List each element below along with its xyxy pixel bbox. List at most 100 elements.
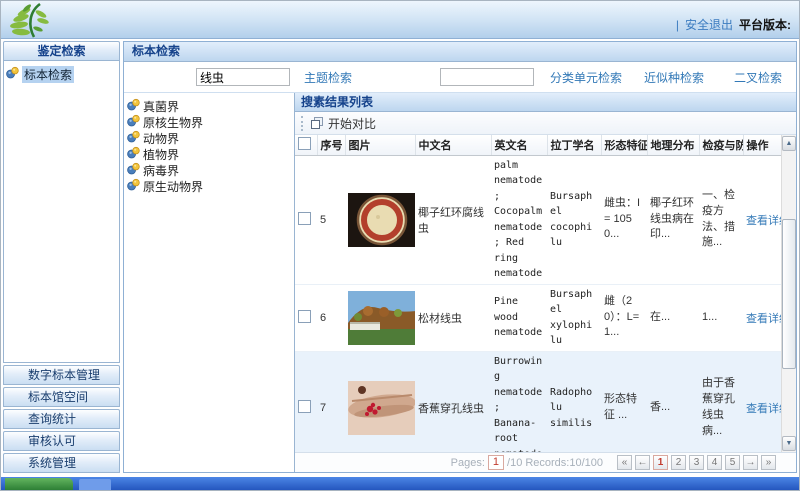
sidebar-section-button[interactable]: 审核认可 bbox=[3, 431, 120, 451]
sidebar-item-label: 标本检索 bbox=[22, 65, 75, 83]
tree-item-label: 原生动物界 bbox=[143, 179, 204, 194]
kingdom-tree: 真菌界 原核生物界 动物界 植物界 病毒界 原生动物界 bbox=[124, 93, 294, 472]
sidebar-section-button[interactable]: 标本馆空间 bbox=[3, 387, 120, 407]
page-button[interactable]: 5 bbox=[725, 455, 740, 470]
topic-search-link[interactable]: 主题检索 bbox=[304, 69, 352, 86]
tree-item-label: 原核生物界 bbox=[143, 115, 204, 130]
tree-item-label: 真菌界 bbox=[143, 99, 180, 114]
taxon-icon bbox=[127, 178, 140, 194]
tree-item[interactable]: 原核生物界 bbox=[127, 114, 292, 130]
next-page-button[interactable]: → bbox=[743, 455, 758, 470]
scroll-up-arrow-icon[interactable]: ▲ bbox=[782, 136, 796, 151]
column-header: 形态特征 bbox=[601, 135, 648, 156]
results-table-wrap: 序号图片中文名英文名拉丁学名形态特征地理分布检疫与防治操作 5 椰子红环腐线虫pa… bbox=[295, 135, 796, 452]
sidebar-header-identify-search[interactable]: 鉴定检索 bbox=[3, 41, 120, 61]
tree-item[interactable]: 真菌界 bbox=[127, 98, 292, 114]
scroll-down-arrow-icon[interactable]: ▼ bbox=[782, 436, 796, 451]
column-header: 拉丁学名 bbox=[547, 135, 602, 156]
content-row: 真菌界原核生物界动物界植物界病毒界原生动物界 搜素结果列表 开始对比 bbox=[124, 93, 796, 472]
table-row: 6 松材线虫 Pine wood nematode Bursaphel xylophi… bbox=[295, 284, 785, 352]
cell-img bbox=[345, 155, 415, 285]
scrollbar-thumb[interactable] bbox=[782, 219, 796, 369]
taxon-icon bbox=[127, 130, 140, 146]
cell-eng: palm nematode; Cocopalm nematode; Red ri… bbox=[491, 155, 547, 285]
results-title: 搜素结果列表 bbox=[295, 93, 796, 112]
sidebar-item-specimen-search[interactable]: 标本检索 bbox=[6, 65, 117, 83]
cell-num: 7 bbox=[317, 351, 345, 452]
search-row: 主题检索 分类单元检索 近似种检索 二叉检索 多元检索 bbox=[124, 62, 796, 93]
total-pages-label: /10 bbox=[507, 456, 523, 469]
results-toolbar: 开始对比 bbox=[295, 112, 796, 135]
cell-act: 查看详细 bbox=[743, 351, 785, 452]
records-label: Records:10/100 bbox=[525, 456, 603, 469]
cell-num: 5 bbox=[317, 155, 345, 285]
page-button[interactable]: 2 bbox=[671, 455, 686, 470]
select-checkbox[interactable] bbox=[298, 309, 311, 323]
coconut-red-ring-image bbox=[348, 192, 415, 247]
cell-img bbox=[345, 284, 415, 352]
tree-item[interactable]: 原生动物界 bbox=[127, 178, 292, 194]
last-page-button[interactable]: » bbox=[761, 455, 776, 470]
page-button[interactable]: 4 bbox=[707, 455, 722, 470]
select-all-checkbox[interactable] bbox=[298, 136, 311, 150]
vertical-scrollbar[interactable]: ▲ ▼ bbox=[781, 135, 796, 452]
taxon-search-input[interactable] bbox=[440, 68, 535, 86]
column-header: 图片 bbox=[345, 135, 416, 156]
tree-item-label: 动物界 bbox=[143, 131, 180, 146]
taskbar-app-button[interactable] bbox=[79, 479, 111, 490]
select-checkbox[interactable] bbox=[298, 399, 311, 413]
main-panel: 标本检索 主题检索 分类单元检索 近似种检索 二叉检索 多元检索 真菌界原核生物… bbox=[123, 41, 797, 473]
cell-morph: 形态特征 ... bbox=[601, 351, 647, 452]
first-page-button[interactable]: « bbox=[617, 455, 632, 470]
start-compare-button[interactable]: 开始对比 bbox=[328, 115, 376, 132]
tree-item[interactable]: 病毒界 bbox=[127, 162, 292, 178]
sidebar: 鉴定检索 标本检索 数字标本管理 标本馆空间 查询统计 审核认可 系统管理 bbox=[3, 41, 120, 473]
dichotomous-search-link[interactable]: 二叉检索 bbox=[734, 69, 782, 86]
sidebar-section-button[interactable]: 数字标本管理 bbox=[3, 365, 120, 385]
compare-icon bbox=[311, 117, 323, 129]
taxon-icon bbox=[127, 146, 140, 162]
plant-logo-icon bbox=[10, 2, 49, 38]
view-detail-link[interactable]: 查看详细 bbox=[746, 403, 785, 415]
select-checkbox[interactable] bbox=[298, 211, 311, 225]
similar-species-search-link[interactable]: 近似种检索 bbox=[644, 69, 704, 86]
prev-page-button[interactable]: ← bbox=[635, 455, 650, 470]
column-header: 英文名 bbox=[491, 135, 548, 156]
cell-lat: Bursaphel xylophilu bbox=[547, 284, 601, 352]
taxon-unit-search-link[interactable]: 分类单元检索 bbox=[550, 69, 622, 86]
banana-root-image bbox=[348, 380, 415, 435]
cell- bbox=[295, 284, 317, 352]
taxon-icon bbox=[127, 114, 140, 130]
cell-quar: 一、检疫方法、措施... bbox=[699, 155, 743, 285]
table-header-row: 序号图片中文名英文名拉丁学名形态特征地理分布检疫与防治操作 bbox=[295, 135, 786, 156]
tree-item[interactable]: 植物界 bbox=[127, 146, 292, 162]
page-button[interactable]: 3 bbox=[689, 455, 704, 470]
os-taskbar bbox=[1, 477, 799, 490]
keyword-search-input[interactable] bbox=[196, 68, 290, 86]
cell-quar: 由于香蕉穿孔线虫病... bbox=[699, 351, 743, 452]
page-button[interactable]: 1 bbox=[653, 455, 668, 470]
sidebar-section-button[interactable]: 系统管理 bbox=[3, 453, 120, 473]
top-divider: | bbox=[675, 17, 679, 32]
cell-dist: 香... bbox=[647, 351, 699, 452]
cell-act: 查看详细 bbox=[743, 284, 785, 352]
pine-landscape-image bbox=[348, 290, 415, 345]
cell-img bbox=[345, 351, 415, 452]
platform-version-label: 平台版本: bbox=[739, 18, 791, 32]
toolbar-grip-handle[interactable] bbox=[301, 115, 303, 131]
cell-quar: 1... bbox=[699, 284, 743, 352]
results-table: 序号图片中文名英文名拉丁学名形态特征地理分布检疫与防治操作 5 椰子红环腐线虫pa… bbox=[295, 135, 786, 452]
select-all-header-cell bbox=[295, 135, 318, 156]
view-detail-link[interactable]: 查看详细 bbox=[746, 215, 785, 227]
view-detail-link[interactable]: 查看详细 bbox=[746, 313, 785, 325]
column-header: 操作 bbox=[743, 135, 786, 156]
logout-link[interactable]: 安全退出 bbox=[685, 16, 733, 33]
cell-cn: 松材线虫 bbox=[415, 284, 491, 352]
taxon-icon bbox=[127, 98, 140, 114]
start-button[interactable] bbox=[5, 478, 73, 490]
tree-item[interactable]: 动物界 bbox=[127, 130, 292, 146]
cell-cn: 香蕉穿孔线虫 bbox=[415, 351, 491, 452]
column-header: 检疫与防治 bbox=[699, 135, 744, 156]
sidebar-section-button[interactable]: 查询统计 bbox=[3, 409, 120, 429]
cell-eng: Burrowing nematode; Banana-root nematode bbox=[491, 351, 547, 452]
